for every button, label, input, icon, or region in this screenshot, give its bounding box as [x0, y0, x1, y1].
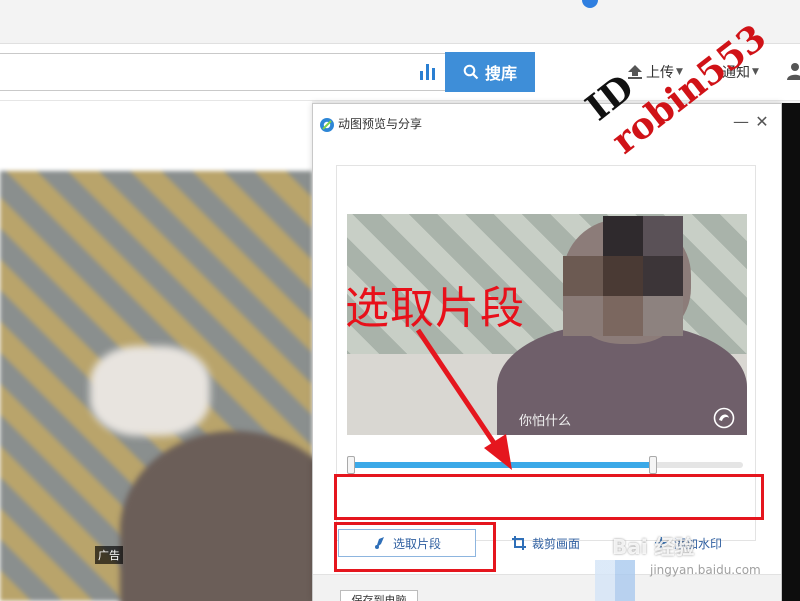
search-button-label: 搜库	[484, 64, 517, 83]
select-button-highlight-box	[334, 522, 496, 572]
minimize-icon[interactable]: —	[733, 112, 749, 132]
mosaic-block	[563, 296, 603, 336]
site-watermark: Bai 经验	[612, 535, 695, 559]
user-icon[interactable]	[786, 62, 800, 80]
watermark-logo-icon	[713, 407, 735, 429]
mosaic-block	[643, 296, 683, 336]
browser-logo-icon	[582, 0, 598, 8]
dialog-footer: 保存到电脑	[313, 574, 781, 601]
background-video-edge	[782, 103, 800, 601]
mosaic-block	[643, 256, 683, 296]
dialog-title: 动图预览与分享	[338, 117, 423, 131]
save-to-computer-button[interactable]: 保存到电脑	[340, 590, 418, 601]
mosaic-block	[603, 296, 643, 336]
search-icon	[463, 64, 479, 80]
video-plate-blur	[90, 346, 210, 436]
chevron-down-icon: ▼	[752, 67, 759, 77]
mosaic-block	[603, 216, 643, 256]
search-button[interactable]: 搜库	[445, 52, 535, 92]
close-icon[interactable]: ✕	[755, 112, 769, 132]
mosaic-block	[563, 256, 603, 296]
bar-chart-icon[interactable]	[418, 62, 438, 80]
background-video[interactable]: 广告	[0, 101, 312, 601]
crop-icon	[512, 536, 526, 550]
ad-badge: 广告	[95, 546, 123, 564]
timeline-start-handle[interactable]	[347, 456, 355, 474]
crop-button[interactable]: 裁剪画面	[512, 529, 580, 557]
annotation-arrow-icon	[415, 328, 512, 470]
tool-label: 裁剪画面	[532, 536, 581, 551]
mosaic-block	[603, 256, 643, 296]
app-logo-icon	[320, 118, 334, 132]
timeline-end-handle[interactable]	[648, 456, 657, 474]
search-input[interactable]	[0, 53, 445, 91]
timeline-highlight-box	[334, 474, 764, 520]
mosaic-block	[643, 216, 683, 256]
site-watermark-url: jingyan.baidu.com	[650, 563, 761, 577]
corner-mosaic	[595, 560, 635, 601]
dialog-title-bar[interactable]: 动图预览与分享 — ✕	[313, 104, 781, 142]
